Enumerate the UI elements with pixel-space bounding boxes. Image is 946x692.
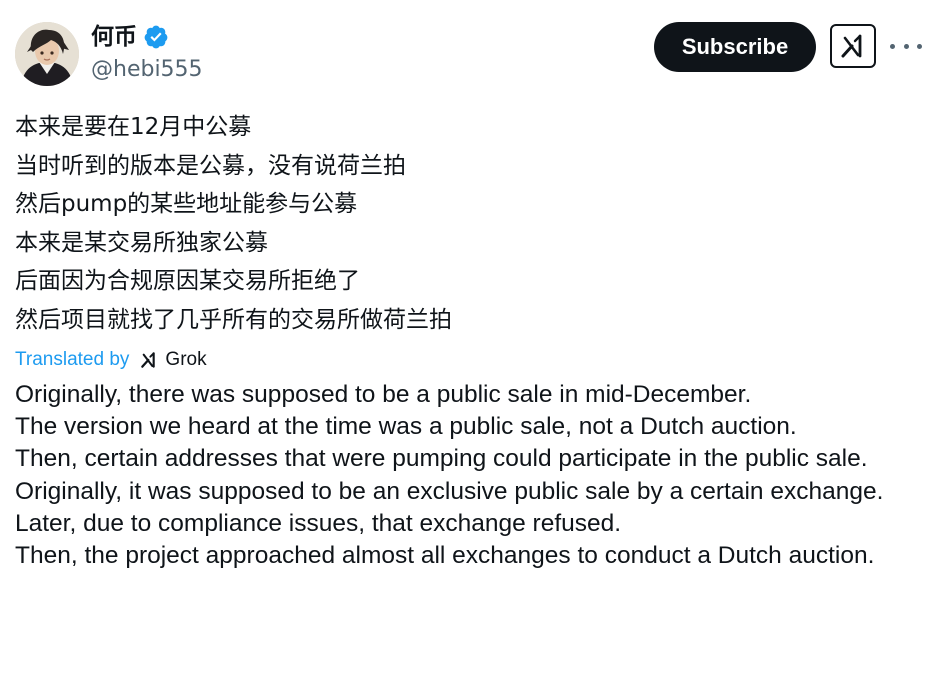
translated-by-label[interactable]: Translated by bbox=[15, 349, 129, 371]
translated-line: Originally, there was supposed to be a p… bbox=[15, 381, 752, 408]
display-name-row[interactable]: 何币 bbox=[91, 22, 169, 52]
original-line: 当时听到的版本是公募，没有说荷兰拍 bbox=[15, 152, 406, 179]
original-line: 本来是某交易所独家公募 bbox=[15, 229, 268, 256]
translation-attribution[interactable]: Translated by Grok bbox=[15, 346, 207, 374]
more-icon-dot bbox=[890, 43, 895, 49]
grok-button[interactable] bbox=[830, 24, 876, 68]
author-handle[interactable]: @hebi555 bbox=[91, 55, 203, 85]
translated-line: The version we heard at the time was a p… bbox=[15, 413, 797, 441]
translated-line: Originally, it was supposed to be an exc… bbox=[15, 477, 884, 505]
display-name[interactable]: 何币 bbox=[91, 22, 137, 52]
original-line: 后面因为合规原因某交易所拒绝了 bbox=[15, 268, 360, 295]
original-line: 然后项目就找了几乎所有的交易所做荷兰拍 bbox=[15, 306, 452, 333]
post-original-text: 本来是要在12月中公募 当时听到的版本是公募，没有说荷兰拍 然后pump的某些地… bbox=[15, 108, 925, 340]
post-header: 何币 @hebi555 Subscribe bbox=[0, 0, 946, 100]
more-icon-dot bbox=[917, 43, 922, 49]
post-translated-text: Originally, there was supposed to be a p… bbox=[15, 379, 925, 572]
more-icon-dot bbox=[903, 43, 909, 49]
more-options-button[interactable] bbox=[890, 34, 922, 58]
avatar[interactable] bbox=[15, 22, 79, 86]
grok-icon bbox=[841, 34, 862, 58]
verified-badge-icon bbox=[144, 25, 168, 49]
original-line: 本来是要在12月中公募 bbox=[15, 114, 252, 140]
subscribe-button[interactable]: Subscribe bbox=[654, 22, 816, 72]
translation-provider[interactable]: Grok bbox=[165, 349, 206, 371]
translated-line: Then, certain addresses that were pumpin… bbox=[15, 445, 868, 473]
original-line: 然后pump的某些地址能参与公募 bbox=[15, 191, 358, 218]
grok-icon bbox=[141, 352, 156, 368]
translated-line: Then, the project approached almost all … bbox=[15, 542, 875, 570]
avatar-image bbox=[15, 22, 79, 86]
translated-line: Later, due to compliance issues, that ex… bbox=[15, 509, 622, 537]
